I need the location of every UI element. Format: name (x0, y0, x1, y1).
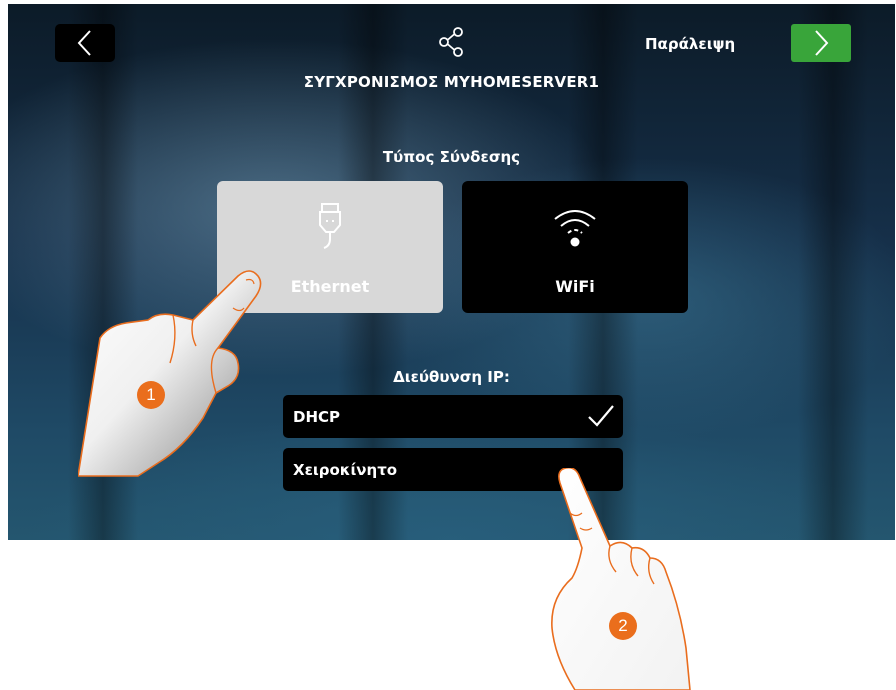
back-button[interactable] (55, 24, 115, 62)
ethernet-plug-icon (319, 203, 341, 249)
wifi-label: WiFi (555, 277, 595, 296)
wifi-option[interactable]: WiFi (462, 181, 688, 313)
wifi-icon (554, 210, 596, 247)
dhcp-label: DHCP (293, 408, 341, 426)
step-badge-2: 2 (609, 612, 637, 640)
chevron-left-icon (77, 30, 91, 56)
share-icon[interactable] (436, 26, 468, 58)
chevron-right-icon (815, 30, 829, 56)
skip-button[interactable]: Παράλειψη (645, 35, 735, 53)
manual-label: Χειροκίνητο (293, 461, 398, 479)
hand-pointer-1 (78, 270, 262, 477)
dhcp-option[interactable]: DHCP (283, 395, 623, 438)
next-button[interactable] (791, 24, 851, 62)
checkmark-icon (588, 405, 614, 427)
step-badge-1: 1 (137, 381, 165, 409)
connection-type-label: Τύπος Σύνδεσης (382, 148, 521, 166)
page-title: ΣΥΓΧΡΟΝΙΣΜΟΣ MYHOMESERVER1 (303, 73, 600, 91)
hand-pointer-2 (551, 468, 691, 690)
